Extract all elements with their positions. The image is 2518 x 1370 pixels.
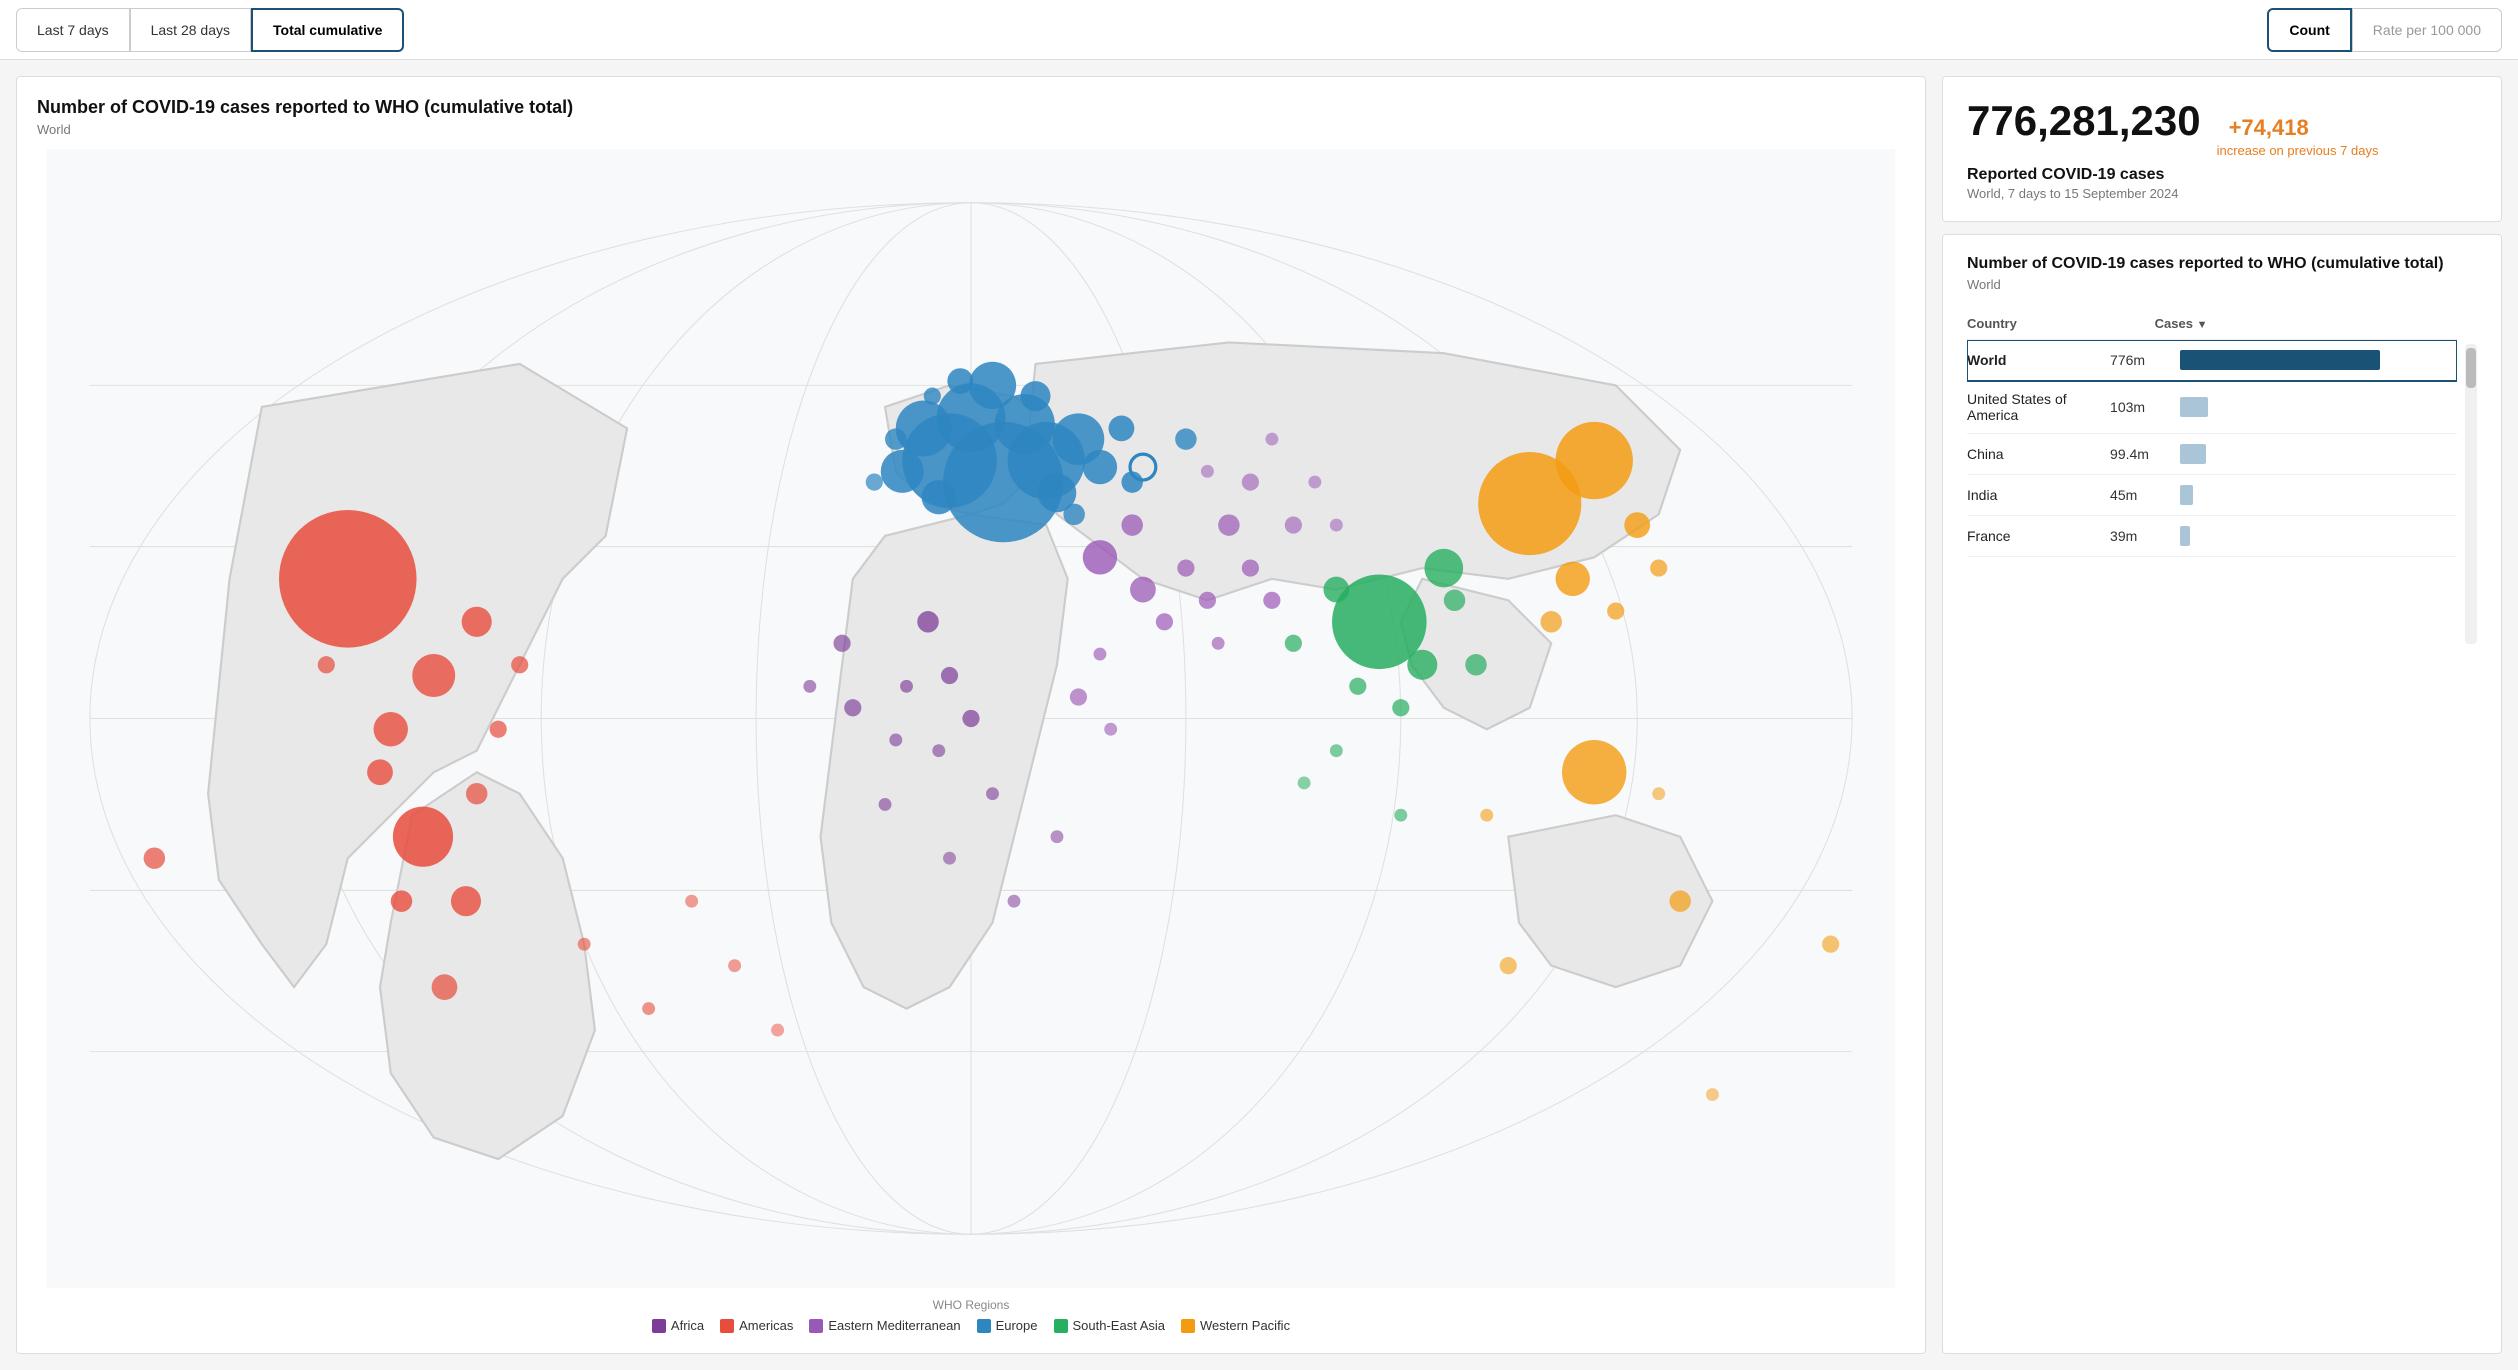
map-container xyxy=(37,149,1905,1288)
metric-tab-group: Count Rate per 100 000 xyxy=(2267,8,2502,52)
country-china: China xyxy=(1967,446,2004,462)
left-panel: Number of COVID-19 cases reported to WHO… xyxy=(16,76,1926,1354)
table-subtitle: World xyxy=(1967,277,2477,292)
cases-world: 776m xyxy=(2110,352,2155,368)
legend-americas: Americas xyxy=(720,1318,793,1333)
sort-arrow-icon: ▼ xyxy=(2197,319,2208,331)
right-panel: 776,281,230 +74,418 increase on previous… xyxy=(1942,76,2502,1354)
table-title: Number of COVID-19 cases reported to WHO… xyxy=(1967,255,2477,273)
col-bar xyxy=(2228,308,2457,340)
increase-block: +74,418 increase on previous 7 days xyxy=(2217,115,2379,158)
tab-last7[interactable]: Last 7 days xyxy=(16,8,130,52)
main-content: Number of COVID-19 cases reported to WHO… xyxy=(0,60,2518,1370)
stats-date: World, 7 days to 15 September 2024 xyxy=(1967,186,2477,201)
cases-table: Country Cases ▼ xyxy=(1967,308,2457,340)
bar-india xyxy=(2180,485,2193,505)
scrollbar-thumb[interactable] xyxy=(2466,348,2476,388)
cases-india: 45m xyxy=(2110,487,2155,503)
bar-usa-cell xyxy=(2180,397,2449,417)
cases-table-body: World 776m United States of xyxy=(1967,340,2457,557)
legend-wp-label: Western Pacific xyxy=(1200,1318,1290,1333)
bar-china xyxy=(2180,444,2206,464)
increase-number: +74,418 xyxy=(2229,115,2309,140)
country-world: World xyxy=(1967,352,2006,368)
legend-europe-label: Europe xyxy=(996,1318,1038,1333)
cases-usa: 103m xyxy=(2110,399,2155,415)
legend-sea: South-East Asia xyxy=(1054,1318,1166,1333)
europe-color-dot xyxy=(977,1319,991,1333)
map-chart-title: Number of COVID-19 cases reported to WHO… xyxy=(37,97,1905,118)
increase-label: increase on previous 7 days xyxy=(2217,143,2379,158)
country-france: France xyxy=(1967,528,2011,544)
legend-africa: Africa xyxy=(652,1318,704,1333)
world-map-svg xyxy=(37,149,1905,1288)
col-cases: Cases ▼ xyxy=(2155,308,2228,340)
bar-france-cell xyxy=(2180,526,2449,546)
big-number: 776,281,230 xyxy=(1967,97,2201,145)
legend-eastern-med-label: Eastern Mediterranean xyxy=(828,1318,960,1333)
sea-color-dot xyxy=(1054,1319,1068,1333)
americas-color-dot xyxy=(720,1319,734,1333)
bar-india-cell xyxy=(2180,485,2449,505)
table-row[interactable]: India 45m xyxy=(1967,475,2457,516)
col-cases-label: Cases xyxy=(2155,316,2193,331)
bar-world-cell xyxy=(2180,350,2449,370)
bar-china-cell xyxy=(2180,444,2449,464)
legend-americas-label: Americas xyxy=(739,1318,793,1333)
wp-color-dot xyxy=(1181,1319,1195,1333)
table-card: Number of COVID-19 cases reported to WHO… xyxy=(1942,234,2502,1354)
top-bar: Last 7 days Last 28 days Total cumulativ… xyxy=(0,0,2518,60)
bar-usa xyxy=(2180,397,2208,417)
legend-eastern-med: Eastern Mediterranean xyxy=(809,1318,960,1333)
cases-china: 99.4m xyxy=(2110,446,2155,462)
map-chart-subtitle: World xyxy=(37,122,1905,137)
legend-africa-label: Africa xyxy=(671,1318,704,1333)
table-row[interactable]: China 99.4m xyxy=(1967,434,2457,475)
cases-france: 39m xyxy=(2110,528,2155,544)
tab-rate[interactable]: Rate per 100 000 xyxy=(2352,8,2502,52)
table-scroll[interactable]: World 776m United States of xyxy=(1967,340,2457,557)
tab-count[interactable]: Count xyxy=(2267,8,2351,52)
legend-europe: Europe xyxy=(977,1318,1038,1333)
stats-numbers-row: 776,281,230 +74,418 increase on previous… xyxy=(1967,97,2477,158)
legend-title: WHO Regions xyxy=(37,1298,1905,1312)
africa-color-dot xyxy=(652,1319,666,1333)
country-india: India xyxy=(1967,487,1997,503)
tab-total[interactable]: Total cumulative xyxy=(251,8,404,52)
country-usa: United States ofAmerica xyxy=(1967,391,2067,423)
col-country: Country xyxy=(1967,308,2155,340)
tab-last28[interactable]: Last 28 days xyxy=(130,8,251,52)
scrollbar-track[interactable] xyxy=(2465,344,2477,644)
legend-wp: Western Pacific xyxy=(1181,1318,1290,1333)
bar-france xyxy=(2180,526,2190,546)
legend-area: WHO Regions Africa Americas Eastern Medi… xyxy=(37,1298,1905,1333)
table-row[interactable]: France 39m xyxy=(1967,516,2457,557)
stats-card: 776,281,230 +74,418 increase on previous… xyxy=(1942,76,2502,222)
eastern-med-color-dot xyxy=(809,1319,823,1333)
stats-reported-label: Reported COVID-19 cases xyxy=(1967,166,2477,184)
table-row[interactable]: United States ofAmerica 103m xyxy=(1967,381,2457,434)
bar-world xyxy=(2180,350,2380,370)
period-tab-group: Last 7 days Last 28 days Total cumulativ… xyxy=(16,0,404,59)
legend-items: Africa Americas Eastern Mediterranean Eu… xyxy=(37,1318,1905,1333)
legend-sea-label: South-East Asia xyxy=(1073,1318,1166,1333)
table-row[interactable]: World 776m xyxy=(1967,340,2457,381)
